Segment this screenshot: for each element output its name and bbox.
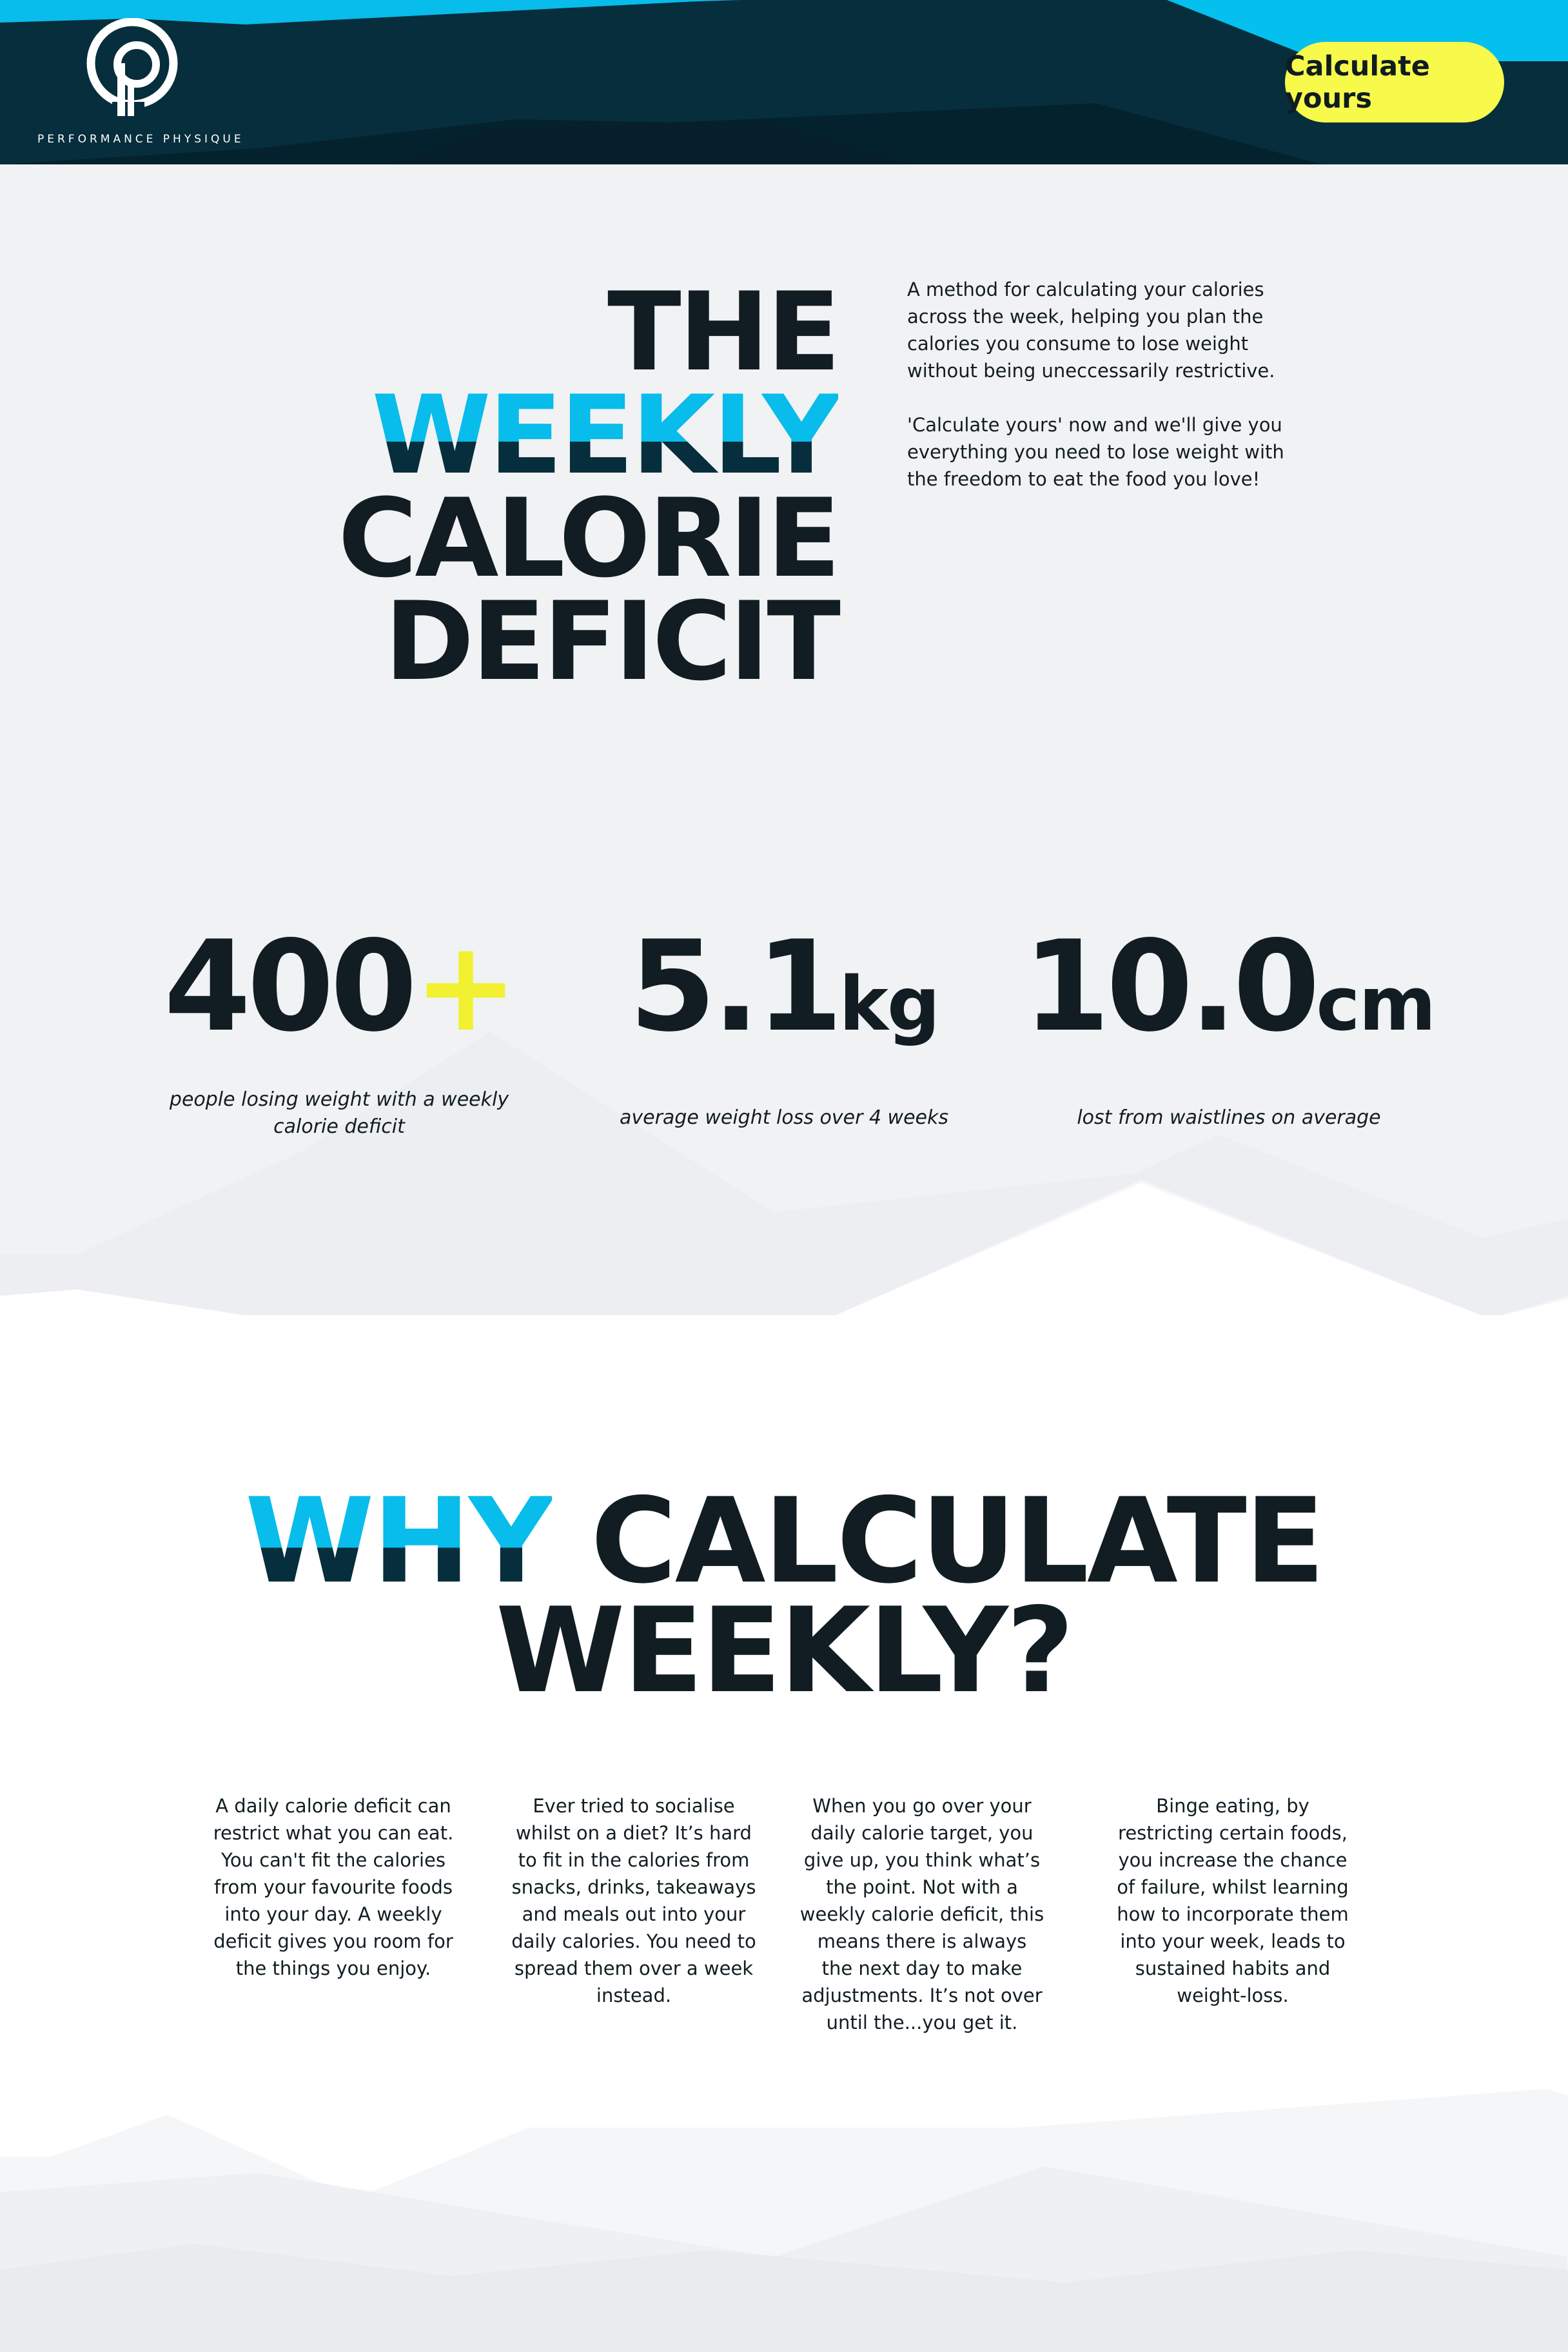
brand-name: PERFORMANCE PHYSIQUE bbox=[37, 133, 244, 146]
stat-value: 400+ bbox=[113, 916, 565, 1057]
why-column-1: A daily calorie deficit can restrict wha… bbox=[213, 1795, 454, 1979]
stat-value: 10.0cm bbox=[1003, 916, 1455, 1075]
why-section-title: WHY CALCULATE WEEKLY? bbox=[139, 1482, 1429, 1719]
stat-caption: people losing weight with a weekly calor… bbox=[169, 1088, 509, 1138]
stat-waistline: 10.0cm lost from waistlines on average bbox=[1003, 916, 1455, 1132]
hero-title: THE WEEKLY CALORIE DEFICIT bbox=[277, 269, 841, 705]
hero-paragraph-1: A method for calculating your calories a… bbox=[907, 279, 1275, 382]
hero-title-line-4: DEFICIT bbox=[384, 578, 841, 705]
stat-number: 5.1 bbox=[629, 914, 843, 1059]
hero-paragraph-2: 'Calculate yours' now and we'll give you… bbox=[907, 414, 1284, 490]
stat-suffix: kg bbox=[839, 961, 940, 1048]
calculate-yours-button[interactable]: Calculate yours bbox=[1285, 42, 1504, 122]
hero-title-line-3: CALORIE bbox=[338, 475, 841, 602]
why-title-line-2: WEEKLY? bbox=[495, 1582, 1074, 1719]
stat-value: 5.1kg bbox=[558, 916, 1010, 1075]
brand-logo[interactable]: PERFORMANCE PHYSIQUE bbox=[37, 18, 244, 150]
hero-title-highlight: WEEKLY bbox=[277, 381, 841, 489]
stat-weight-loss: 5.1kg average weight loss over 4 weeks bbox=[558, 916, 1010, 1132]
why-title-line-1: WHY CALCULATE bbox=[139, 1482, 1429, 1600]
stat-number: 400 bbox=[164, 914, 417, 1059]
stat-caption: average weight loss over 4 weeks bbox=[619, 1106, 949, 1129]
why-column-2: Ever tried to socialise whilst on a diet… bbox=[511, 1795, 756, 2006]
stat-caption: lost from waistlines on average bbox=[1077, 1106, 1381, 1129]
stat-suffix: cm bbox=[1316, 961, 1436, 1048]
why-column-4: Binge eating, by restricting certain foo… bbox=[1117, 1795, 1349, 2006]
stat-number: 10.0 bbox=[1023, 914, 1320, 1059]
stat-people: 400+ people losing weight with a weekly … bbox=[113, 916, 565, 1141]
performance-physique-logo-icon bbox=[86, 18, 178, 116]
stat-suffix: + bbox=[413, 914, 518, 1059]
hero-title-line-1: THE bbox=[607, 269, 841, 395]
hero-description: A method for calculating your calories a… bbox=[907, 276, 1294, 520]
why-column-3: When you go over your daily calorie targ… bbox=[799, 1795, 1044, 2034]
